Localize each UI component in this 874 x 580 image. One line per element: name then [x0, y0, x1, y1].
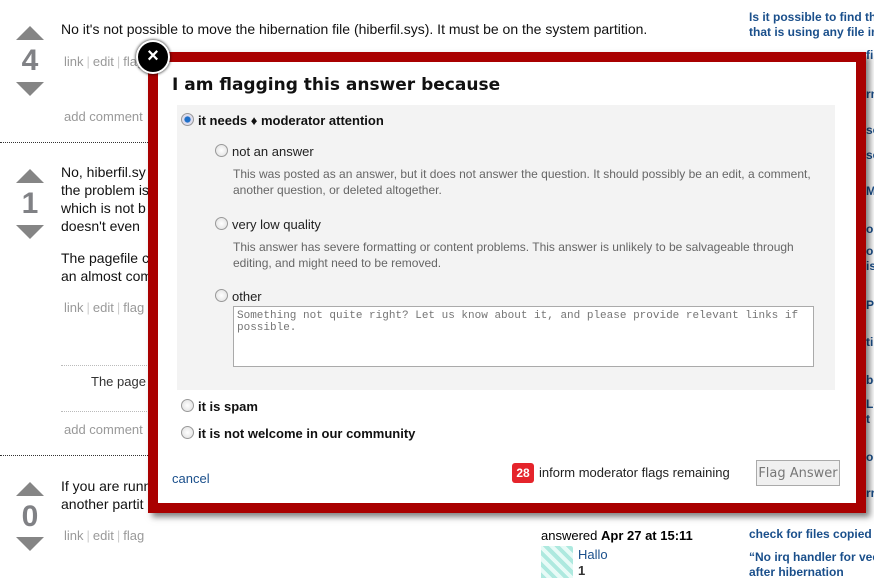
- text-line: doesn't even: [61, 218, 140, 234]
- option-description: This was posted as an answer, but it doe…: [233, 167, 811, 197]
- answer-text: If you are runn another partit: [61, 477, 151, 513]
- related-link[interactable]: fin: [866, 48, 874, 62]
- cancel-link[interactable]: cancel: [172, 471, 210, 486]
- post-menu: link | edit | flag: [64, 528, 145, 543]
- downvote-button[interactable]: [16, 537, 44, 551]
- flags-remaining-text: inform moderator flags remaining: [539, 465, 730, 480]
- text-line: No, hiberfil.sy: [61, 164, 146, 180]
- link-line[interactable]: Is it possible to find th: [749, 10, 874, 25]
- related-link[interactable]: “No irq handler for vec after hibernation: [749, 550, 874, 580]
- user-reputation: 1: [578, 563, 586, 578]
- downvote-button[interactable]: [16, 225, 44, 239]
- option-label: other: [232, 289, 262, 304]
- radio-other[interactable]: [215, 289, 228, 302]
- link-line[interactable]: “No irq handler for vec: [749, 550, 874, 565]
- avatar[interactable]: [541, 546, 573, 578]
- moderator-label: it needs ♦ moderator attention: [198, 113, 384, 128]
- flags-remaining-badge: 28: [512, 463, 534, 483]
- related-link[interactable]: t: [866, 412, 870, 426]
- post-menu: link | edit | flag: [64, 54, 145, 69]
- radio-very-low-quality[interactable]: [215, 217, 228, 230]
- text-line: which is not b: [61, 200, 146, 216]
- spam-label: it is spam: [198, 399, 258, 414]
- upvote-button[interactable]: [16, 169, 44, 183]
- link-link[interactable]: link: [64, 300, 84, 315]
- related-link[interactable]: check for files copied: [749, 527, 872, 542]
- related-link[interactable]: rn: [866, 87, 874, 101]
- option-label: not an answer: [232, 144, 314, 159]
- post-menu: link | edit | flag: [64, 300, 145, 315]
- edit-link[interactable]: edit: [93, 528, 114, 543]
- radio-spam[interactable]: [181, 399, 194, 412]
- flag-link[interactable]: flag: [123, 528, 144, 543]
- option-description: This answer has severe formatting or con…: [233, 240, 794, 270]
- related-link[interactable]: be: [866, 373, 874, 387]
- text-line: another partit: [61, 496, 144, 512]
- edit-link[interactable]: edit: [93, 300, 114, 315]
- related-link[interactable]: ou: [866, 244, 874, 258]
- text-line: the problem is: [61, 182, 149, 198]
- flag-link[interactable]: flag: [123, 300, 144, 315]
- add-comment-link[interactable]: add comment: [64, 109, 143, 124]
- related-link[interactable]: so: [866, 123, 874, 137]
- text-line: an almost com: [61, 268, 153, 284]
- vote-count: 1: [21, 187, 39, 220]
- user-link[interactable]: Hallo: [578, 547, 608, 562]
- other-reason-input[interactable]: [233, 306, 814, 367]
- answered-info: answered Apr 27 at 15:11: [541, 528, 693, 543]
- upvote-button[interactable]: [16, 482, 44, 496]
- radio-not-an-answer[interactable]: [215, 144, 228, 157]
- related-link[interactable]: se: [866, 148, 874, 162]
- divider: [61, 365, 161, 366]
- answered-date: Apr 27 at 15:11: [601, 528, 693, 543]
- vote-count: 0: [21, 500, 39, 533]
- close-icon[interactable]: ×: [136, 40, 170, 74]
- related-link[interactable]: om: [866, 222, 874, 236]
- related-link[interactable]: Is it possible to find th that is using a…: [749, 10, 874, 40]
- radio-not-welcome[interactable]: [181, 426, 194, 439]
- related-link[interactable]: My: [866, 184, 874, 198]
- downvote-button[interactable]: [16, 82, 44, 96]
- related-link[interactable]: is: [866, 259, 874, 273]
- related-link[interactable]: Lo: [866, 397, 874, 411]
- upvote-button[interactable]: [16, 26, 44, 40]
- text-line: The pagefile c: [61, 250, 149, 266]
- not-welcome-label: it is not welcome in our community: [198, 426, 416, 441]
- link-link[interactable]: link: [64, 54, 84, 69]
- comment-text: The page: [91, 374, 146, 389]
- link-line[interactable]: that is using any file in: [749, 25, 874, 40]
- answered-label: answered: [541, 528, 598, 543]
- related-link[interactable]: ob: [866, 450, 874, 464]
- dialog-title: I am flagging this answer because: [172, 75, 501, 95]
- add-comment-link[interactable]: add comment: [64, 422, 143, 437]
- related-link[interactable]: rr: [866, 486, 874, 500]
- related-link[interactable]: P: [866, 298, 874, 312]
- edit-link[interactable]: edit: [93, 54, 114, 69]
- answer-text: No it's not possible to move the hiberna…: [61, 21, 648, 37]
- text-line: If you are runn: [61, 478, 152, 494]
- link-link[interactable]: link: [64, 528, 84, 543]
- answer-text: No, hiberfil.sy the problem is which is …: [61, 163, 152, 285]
- related-link[interactable]: ti: [866, 335, 873, 349]
- vote-count: 4: [21, 44, 39, 77]
- divider: [61, 411, 161, 412]
- flag-answer-button[interactable]: Flag Answer: [756, 460, 840, 486]
- radio-moderator[interactable]: [181, 113, 194, 126]
- option-label: very low quality: [232, 217, 321, 232]
